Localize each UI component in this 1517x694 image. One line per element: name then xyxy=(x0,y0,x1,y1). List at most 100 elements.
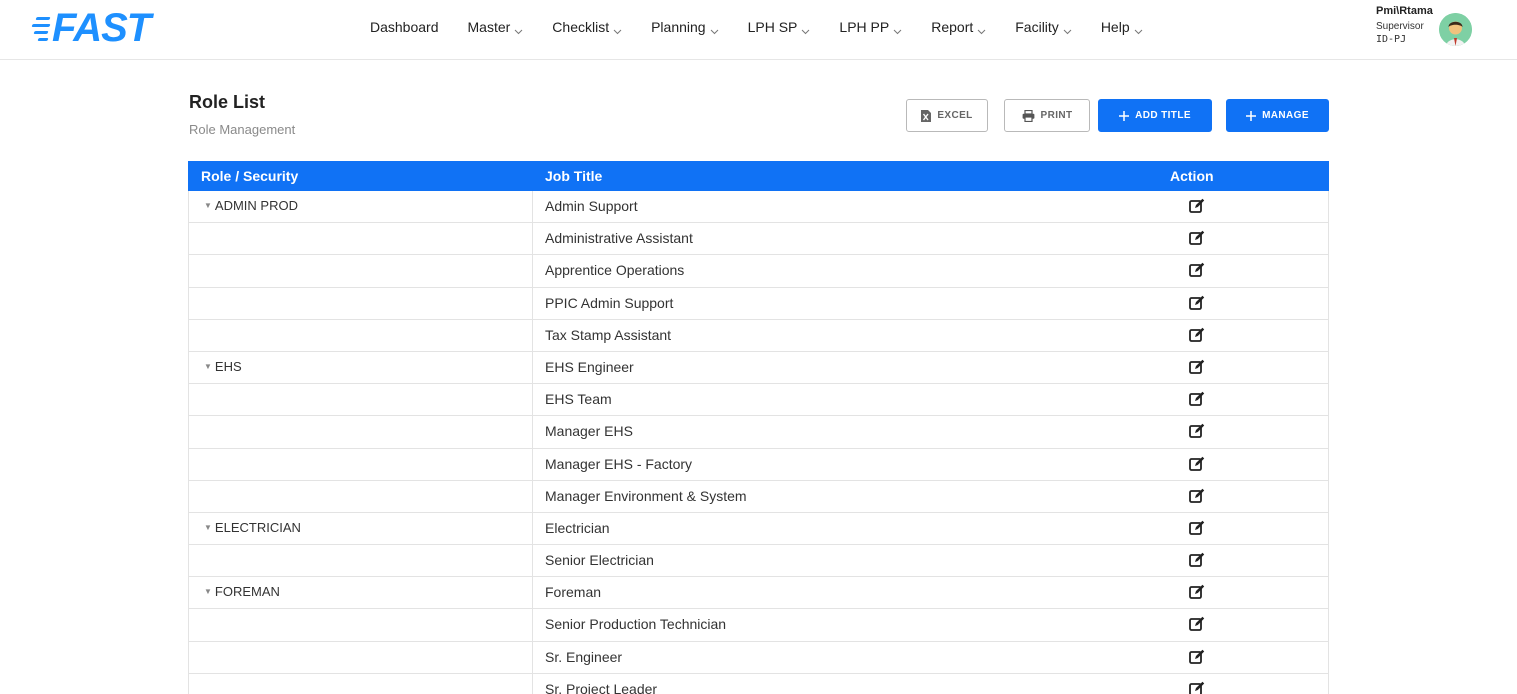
cell-divider xyxy=(1328,641,1329,673)
nav-item-lph-pp[interactable]: LPH PP xyxy=(839,19,902,35)
user-profile[interactable]: Pmi\Rtama Supervisor ID-PJ xyxy=(1376,3,1501,55)
edit-icon[interactable] xyxy=(1189,649,1207,667)
logo-speed-lines xyxy=(31,17,51,41)
job-title-cell: Senior Production Technician xyxy=(545,616,727,633)
caret-down-icon[interactable]: ▼ xyxy=(204,587,212,596)
role-label: ADMIN PROD xyxy=(214,198,298,213)
edit-icon[interactable] xyxy=(1189,456,1207,474)
edit-icon[interactable] xyxy=(1189,520,1207,538)
nav-item-label: LPH SP xyxy=(747,19,798,35)
edit-icon[interactable] xyxy=(1189,262,1207,280)
cell-divider xyxy=(1328,255,1329,287)
job-title-cell: EHS Engineer xyxy=(545,358,634,375)
column-header-job-title[interactable]: Job Title xyxy=(545,168,602,184)
job-title-cell: EHS Team xyxy=(545,391,612,408)
role-cell xyxy=(188,545,533,577)
plus-icon xyxy=(1246,110,1257,121)
role-cell xyxy=(188,223,533,255)
top-navbar: FAST Dashboard Master Checklist Planning LPH… xyxy=(0,0,1517,60)
edit-icon[interactable] xyxy=(1189,552,1207,570)
cell-divider xyxy=(1328,416,1329,448)
nav-item-label: LPH PP xyxy=(839,19,890,35)
role-cell xyxy=(188,287,533,319)
column-header-role[interactable]: Role / Security xyxy=(201,168,298,184)
job-title-cell: Tax Stamp Assistant xyxy=(545,326,672,343)
nav-item-checklist[interactable]: Checklist xyxy=(552,19,622,35)
edit-icon[interactable] xyxy=(1189,295,1207,313)
nav-item-help[interactable]: Help xyxy=(1101,19,1143,35)
role-table: Role / Security Job Title Action ▼ ADMIN … xyxy=(188,161,1329,694)
caret-down-icon[interactable]: ▼ xyxy=(204,523,212,532)
excel-label: EXCEL xyxy=(937,110,973,121)
table-row: PPIC Admin Support xyxy=(188,287,1329,320)
role-cell[interactable]: ▼ EHS xyxy=(188,351,533,384)
nav-item-label: Checklist xyxy=(552,19,610,35)
cell-divider xyxy=(1328,287,1329,319)
role-cell[interactable]: ▼ ELECTRICIAN xyxy=(188,512,533,545)
edit-icon[interactable] xyxy=(1189,391,1207,409)
user-role: Supervisor xyxy=(1376,21,1424,32)
manage-button[interactable]: MANAGE xyxy=(1226,99,1329,132)
edit-icon[interactable] xyxy=(1189,359,1207,377)
nav-item-lph-sp[interactable]: LPH SP xyxy=(748,19,811,35)
table-header: Role / Security Job Title Action xyxy=(188,161,1329,191)
nav-item-label: Dashboard xyxy=(370,19,439,35)
nav-item-label: Facility xyxy=(1015,19,1059,35)
cell-divider xyxy=(1328,351,1329,384)
role-label: EHS xyxy=(214,358,242,374)
job-title-cell: Administrative Assistant xyxy=(545,230,693,247)
table-row: Tax Stamp Assistant xyxy=(188,319,1329,352)
add-title-label: ADD TITLE xyxy=(1135,110,1191,121)
cell-divider xyxy=(1328,223,1329,255)
chevron-down-icon xyxy=(1134,23,1143,34)
caret-down-icon[interactable]: ▼ xyxy=(204,201,212,210)
edit-icon[interactable] xyxy=(1189,230,1207,248)
user-name: Pmi\Rtama xyxy=(1376,5,1433,17)
print-button[interactable]: PRINT xyxy=(1004,99,1090,132)
page-title: Role List xyxy=(189,92,266,112)
manage-label: MANAGE xyxy=(1262,110,1309,121)
table-row: ▼ EHS EHS Engineer xyxy=(188,351,1329,385)
cell-divider xyxy=(1328,384,1329,416)
role-cell[interactable]: ▼ ADMIN PROD xyxy=(188,191,533,223)
edit-icon[interactable] xyxy=(1189,488,1207,506)
excel-export-button[interactable]: EXCEL xyxy=(906,99,988,132)
user-site: ID-PJ xyxy=(1376,34,1407,45)
nav-item-report[interactable]: Report xyxy=(931,19,986,35)
app-logo[interactable]: FAST xyxy=(31,8,151,48)
chevron-down-icon xyxy=(710,23,719,34)
table-row: Sr. Engineer xyxy=(188,641,1329,674)
table-row: Senior Electrician xyxy=(188,545,1329,578)
nav-item-master[interactable]: Master xyxy=(468,19,524,35)
job-title-cell: Apprentice Operations xyxy=(545,262,685,279)
table-row: Manager Environment & System xyxy=(188,480,1329,513)
role-label: FOREMAN xyxy=(214,584,280,600)
table-row: Apprentice Operations xyxy=(188,255,1329,288)
add-title-button[interactable]: ADD TITLE xyxy=(1098,99,1212,132)
edit-icon[interactable] xyxy=(1189,584,1207,602)
table-row: Manager EHS xyxy=(188,416,1329,449)
cell-divider xyxy=(1328,673,1329,694)
print-label: PRINT xyxy=(1040,110,1073,121)
nav-item-facility[interactable]: Facility xyxy=(1015,19,1072,35)
edit-icon[interactable] xyxy=(1189,681,1207,694)
avatar[interactable] xyxy=(1439,13,1472,46)
nav-item-planning[interactable]: Planning xyxy=(651,19,719,35)
user-avatar-icon xyxy=(1439,13,1472,46)
table-row: ▼ FOREMAN Foreman xyxy=(188,577,1329,610)
excel-icon xyxy=(921,109,932,122)
job-title-cell: Sr. Engineer xyxy=(545,648,623,665)
page-subtitle: Role Management xyxy=(189,122,296,137)
chevron-down-icon xyxy=(514,23,523,34)
nav-item-label: Help xyxy=(1100,19,1130,35)
table-row: ▼ ELECTRICIAN Electrician xyxy=(188,512,1329,546)
edit-icon[interactable] xyxy=(1189,198,1207,216)
edit-icon[interactable] xyxy=(1189,327,1207,345)
edit-icon[interactable] xyxy=(1189,423,1207,441)
role-cell[interactable]: ▼ FOREMAN xyxy=(188,577,533,609)
chevron-down-icon xyxy=(613,23,622,34)
edit-icon[interactable] xyxy=(1189,616,1207,634)
role-cell xyxy=(188,480,533,512)
nav-item-dashboard[interactable]: Dashboard xyxy=(370,19,439,35)
caret-down-icon[interactable]: ▼ xyxy=(204,362,212,371)
